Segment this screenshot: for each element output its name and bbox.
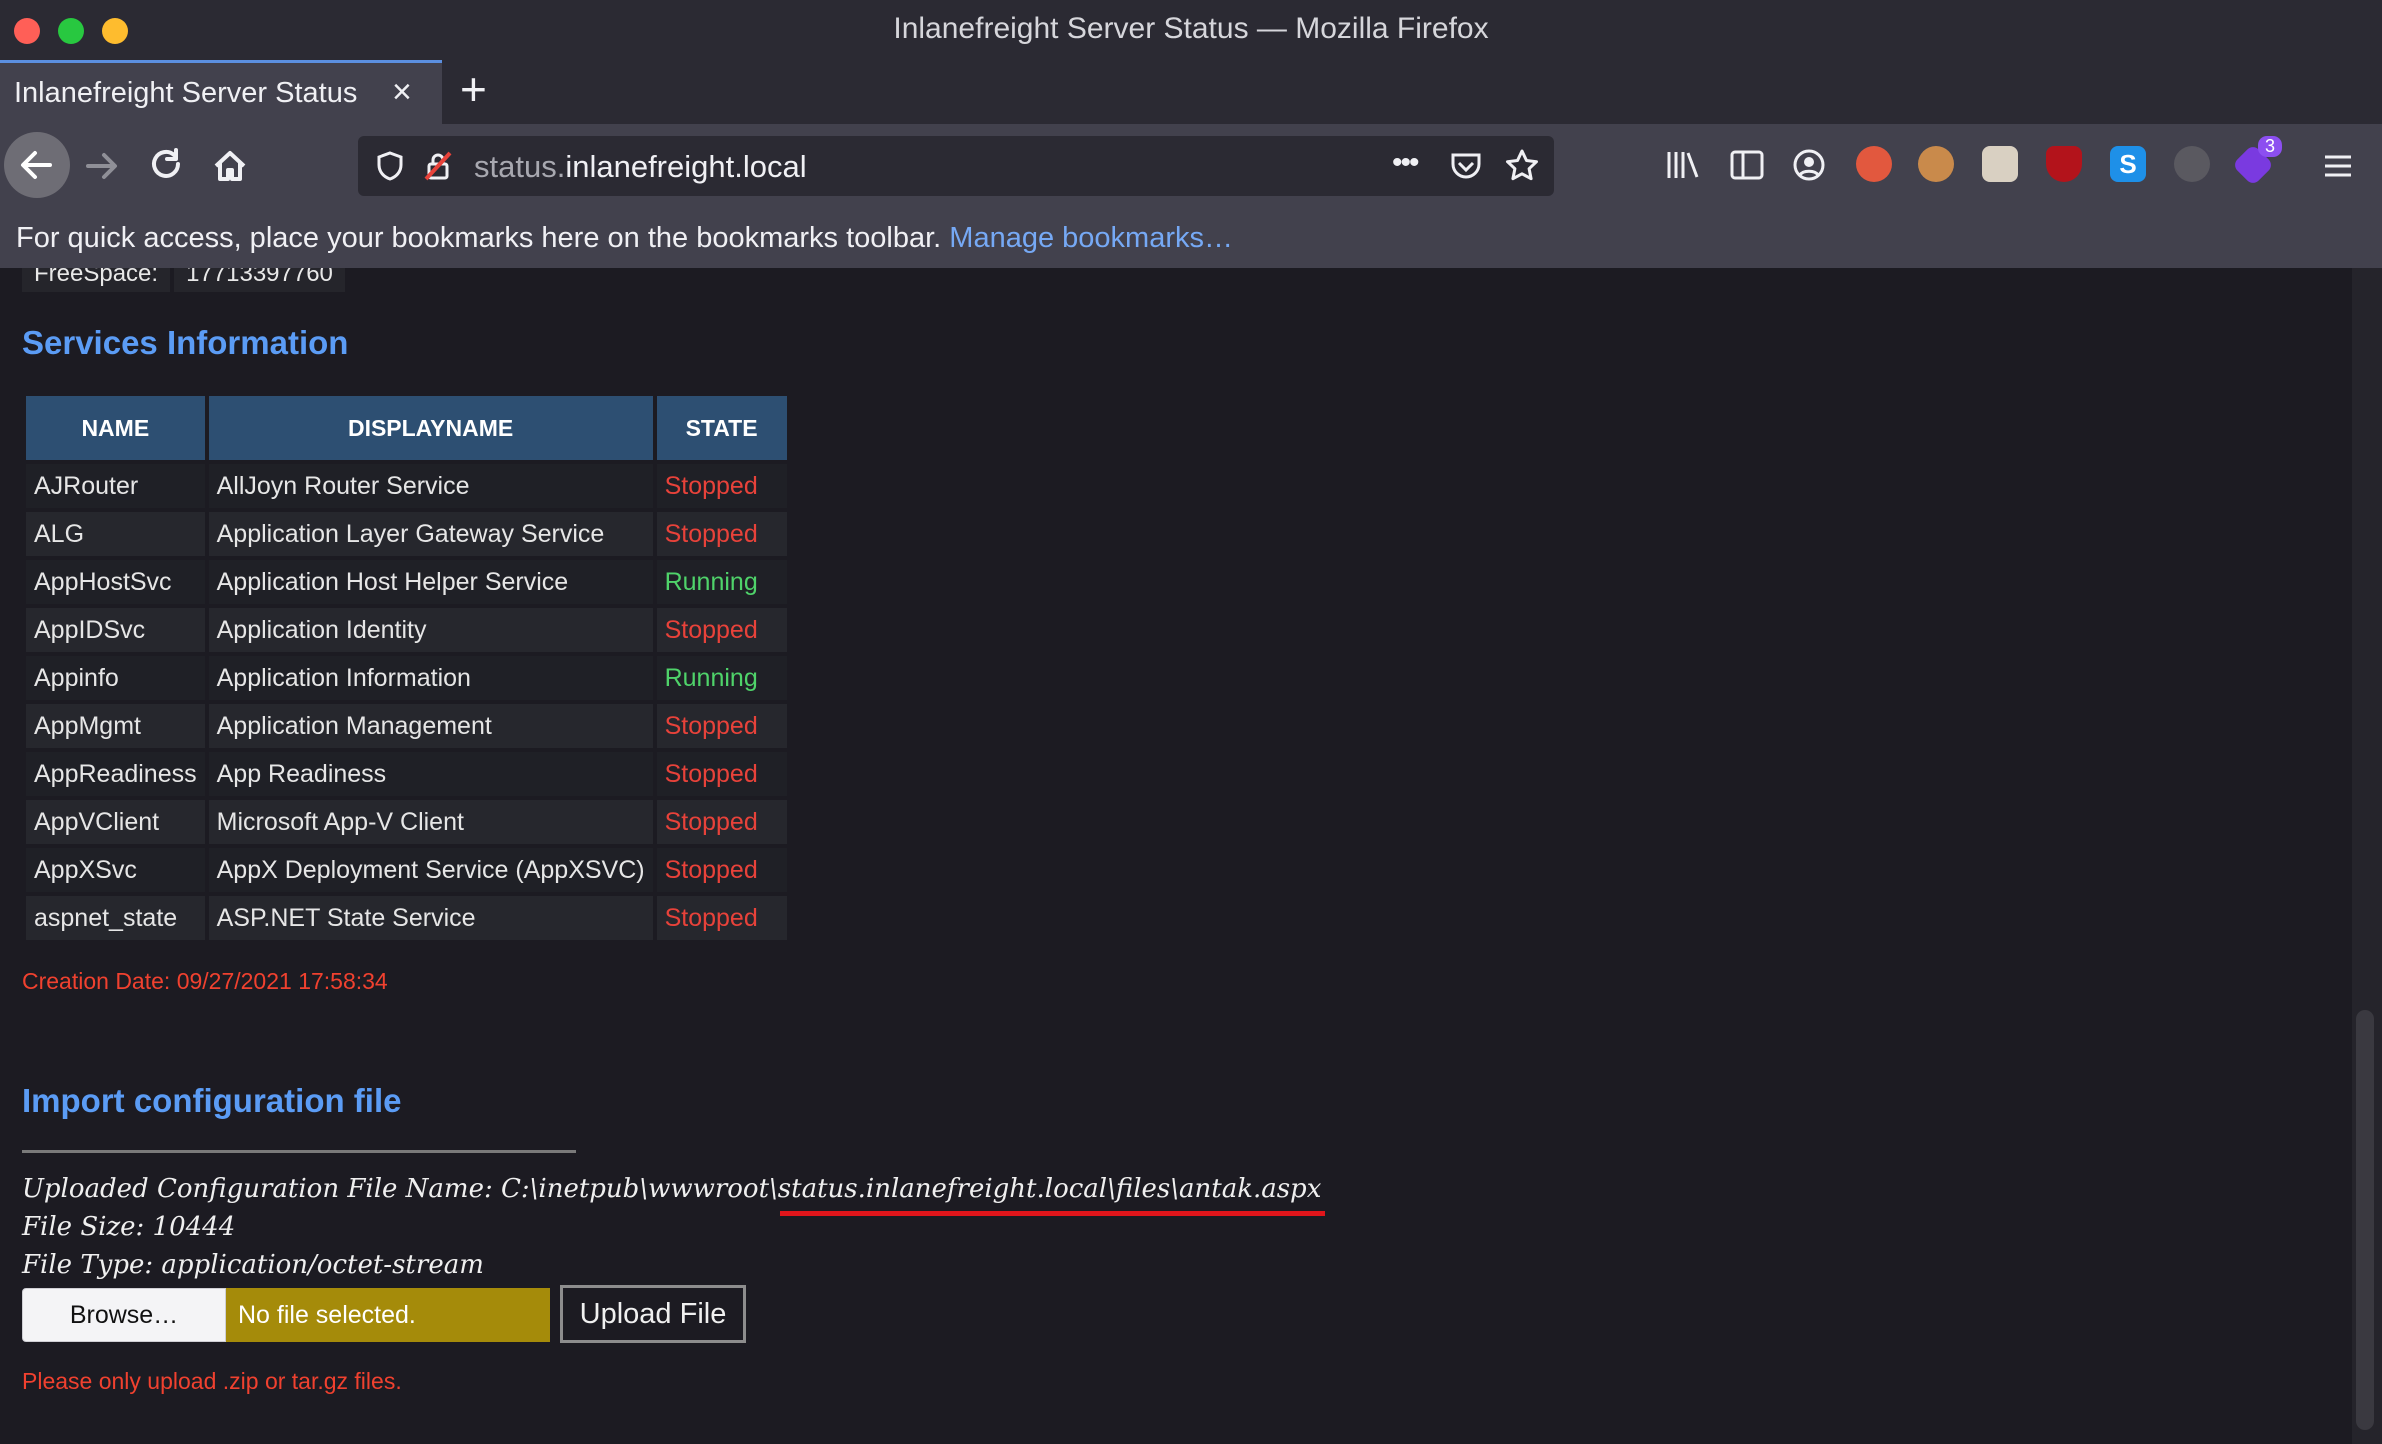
home-icon[interactable] (208, 144, 252, 188)
section-divider (22, 1150, 576, 1153)
file-size: File Size: 10444 (22, 1212, 236, 1242)
back-button[interactable] (4, 132, 70, 198)
table-header-row: NAME DISPLAYNAME STATE (26, 396, 787, 460)
table-row: AppXSvc AppX Deployment Service (AppXSVC… (26, 848, 787, 892)
browse-button[interactable]: Browse… (22, 1288, 226, 1342)
service-display-name: Application Information (208, 656, 653, 700)
service-name: AppIDSvc (26, 608, 205, 652)
service-display-name: AllJoyn Router Service (208, 464, 653, 508)
file-selection-field[interactable]: No file selected. (226, 1288, 550, 1342)
tab-label: Inlanefreight Server Status (14, 77, 358, 109)
service-display-name: Application Identity (208, 608, 653, 652)
pocket-icon[interactable] (1448, 148, 1484, 184)
column-header-name: NAME (26, 396, 205, 460)
sidebar-icon[interactable] (1728, 146, 1766, 184)
bookmark-star-icon[interactable] (1504, 148, 1540, 184)
column-header-displayname: DISPLAYNAME (208, 396, 653, 460)
service-state: Running (656, 656, 787, 700)
freespace-label: FreeSpace: (22, 268, 171, 292)
table-row: AJRouter AllJoyn Router Service Stopped (26, 464, 787, 508)
red-underline-annotation (780, 1211, 1325, 1216)
service-state: Stopped (656, 464, 787, 508)
services-table: NAME DISPLAYNAME STATE AJRouter AllJoyn … (22, 392, 791, 944)
table-row: AppVClient Microsoft App-V Client Stoppe… (26, 800, 787, 844)
service-display-name: AppX Deployment Service (AppXSVC) (208, 848, 653, 892)
table-row: aspnet_state ASP.NET State Service Stopp… (26, 896, 787, 940)
service-state: Stopped (656, 800, 787, 844)
url-text[interactable]: status.inlanefreight.local (474, 149, 807, 185)
url-bar[interactable]: status.inlanefreight.local ••• (358, 136, 1554, 196)
freespace-value: 17713397760 (174, 268, 345, 292)
service-state: Stopped (656, 704, 787, 748)
service-state: Stopped (656, 608, 787, 652)
window-title: Inlanefreight Server Status — Mozilla Fi… (893, 12, 1489, 45)
service-display-name: Application Host Helper Service (208, 560, 653, 604)
column-header-state: STATE (656, 396, 787, 460)
service-state: Stopped (656, 512, 787, 556)
service-name: AppXSvc (26, 848, 205, 892)
library-icon[interactable] (1664, 146, 1702, 184)
service-name: Appinfo (26, 656, 205, 700)
extension-badge: 3 (2258, 136, 2283, 157)
service-display-name: Microsoft App-V Client (208, 800, 653, 844)
forward-arrow-icon[interactable] (80, 144, 124, 188)
table-row: AppMgmt Application Management Stopped (26, 704, 787, 748)
service-name: AppReadiness (26, 752, 205, 796)
service-state: Stopped (656, 896, 787, 940)
file-type: File Type: application/octet-stream (22, 1250, 484, 1280)
window-titlebar: Inlanefreight Server Status — Mozilla Fi… (0, 0, 2382, 60)
upload-note: Please only upload .zip or tar.gz files. (22, 1368, 402, 1394)
service-name: aspnet_state (26, 896, 205, 940)
freespace-row: FreeSpace: 17713397760 (22, 268, 349, 292)
table-row: AppReadiness App Readiness Stopped (26, 752, 787, 796)
service-name: ALG (26, 512, 205, 556)
page-actions-icon[interactable]: ••• (1392, 146, 1419, 180)
tab-bar: Inlanefreight Server Status × + (0, 60, 2382, 124)
url-domain: inlanefreight.local (565, 149, 807, 184)
insecure-lock-icon[interactable] (422, 150, 454, 182)
creation-date: Creation Date: 09/27/2021 17:58:34 (22, 968, 388, 994)
service-display-name: ASP.NET State Service (208, 896, 653, 940)
tracking-shield-icon[interactable] (374, 150, 406, 182)
service-name: AppVClient (26, 800, 205, 844)
new-tab-icon[interactable]: + (460, 62, 487, 116)
table-row: AppIDSvc Application Identity Stopped (26, 608, 787, 652)
manage-bookmarks-link[interactable]: Manage bookmarks… (949, 222, 1233, 254)
extension-red-icon[interactable] (1856, 146, 1892, 182)
table-row: ALG Application Layer Gateway Service St… (26, 512, 787, 556)
service-name: AJRouter (26, 464, 205, 508)
service-display-name: Application Management (208, 704, 653, 748)
service-display-name: Application Layer Gateway Service (208, 512, 653, 556)
table-row: Appinfo Application Information Running (26, 656, 787, 700)
extension-fox-icon[interactable] (1982, 146, 2018, 182)
account-icon[interactable] (1790, 146, 1828, 184)
bookmarks-toolbar: For quick access, place your bookmarks h… (0, 208, 2382, 269)
service-state: Stopped (656, 848, 787, 892)
url-subdomain: status. (474, 149, 566, 184)
service-display-name: App Readiness (208, 752, 653, 796)
extension-s-icon[interactable]: S (2110, 146, 2146, 182)
cookie-icon[interactable] (1918, 146, 1954, 182)
ublock-icon[interactable] (2046, 146, 2082, 182)
service-state: Running (656, 560, 787, 604)
close-tab-icon[interactable]: × (392, 73, 412, 112)
import-heading: Import configuration file (22, 1082, 402, 1119)
extension-glasses-icon[interactable] (2174, 146, 2210, 182)
menu-icon[interactable] (2320, 148, 2356, 184)
service-name: AppMgmt (26, 704, 205, 748)
service-state: Stopped (656, 752, 787, 796)
upload-file-button[interactable]: Upload File (560, 1285, 746, 1343)
uploaded-file-name: Uploaded Configuration File Name: C:\ine… (22, 1174, 1322, 1204)
tab-inlanefreight[interactable]: Inlanefreight Server Status × (0, 60, 442, 124)
services-heading: Services Information (22, 324, 349, 361)
page-content: FreeSpace: 17713397760 Services Informat… (0, 268, 2352, 1444)
scrollbar-thumb[interactable] (2356, 1010, 2374, 1430)
back-arrow-icon (21, 151, 52, 179)
table-row: AppHostSvc Application Host Helper Servi… (26, 560, 787, 604)
bookmarks-message: For quick access, place your bookmarks h… (16, 222, 1233, 255)
navigation-toolbar: status.inlanefreight.local ••• S 3 (0, 124, 2382, 208)
service-name: AppHostSvc (26, 560, 205, 604)
bookmarks-hint: For quick access, place your bookmarks h… (16, 222, 942, 254)
reload-icon[interactable] (144, 144, 188, 188)
